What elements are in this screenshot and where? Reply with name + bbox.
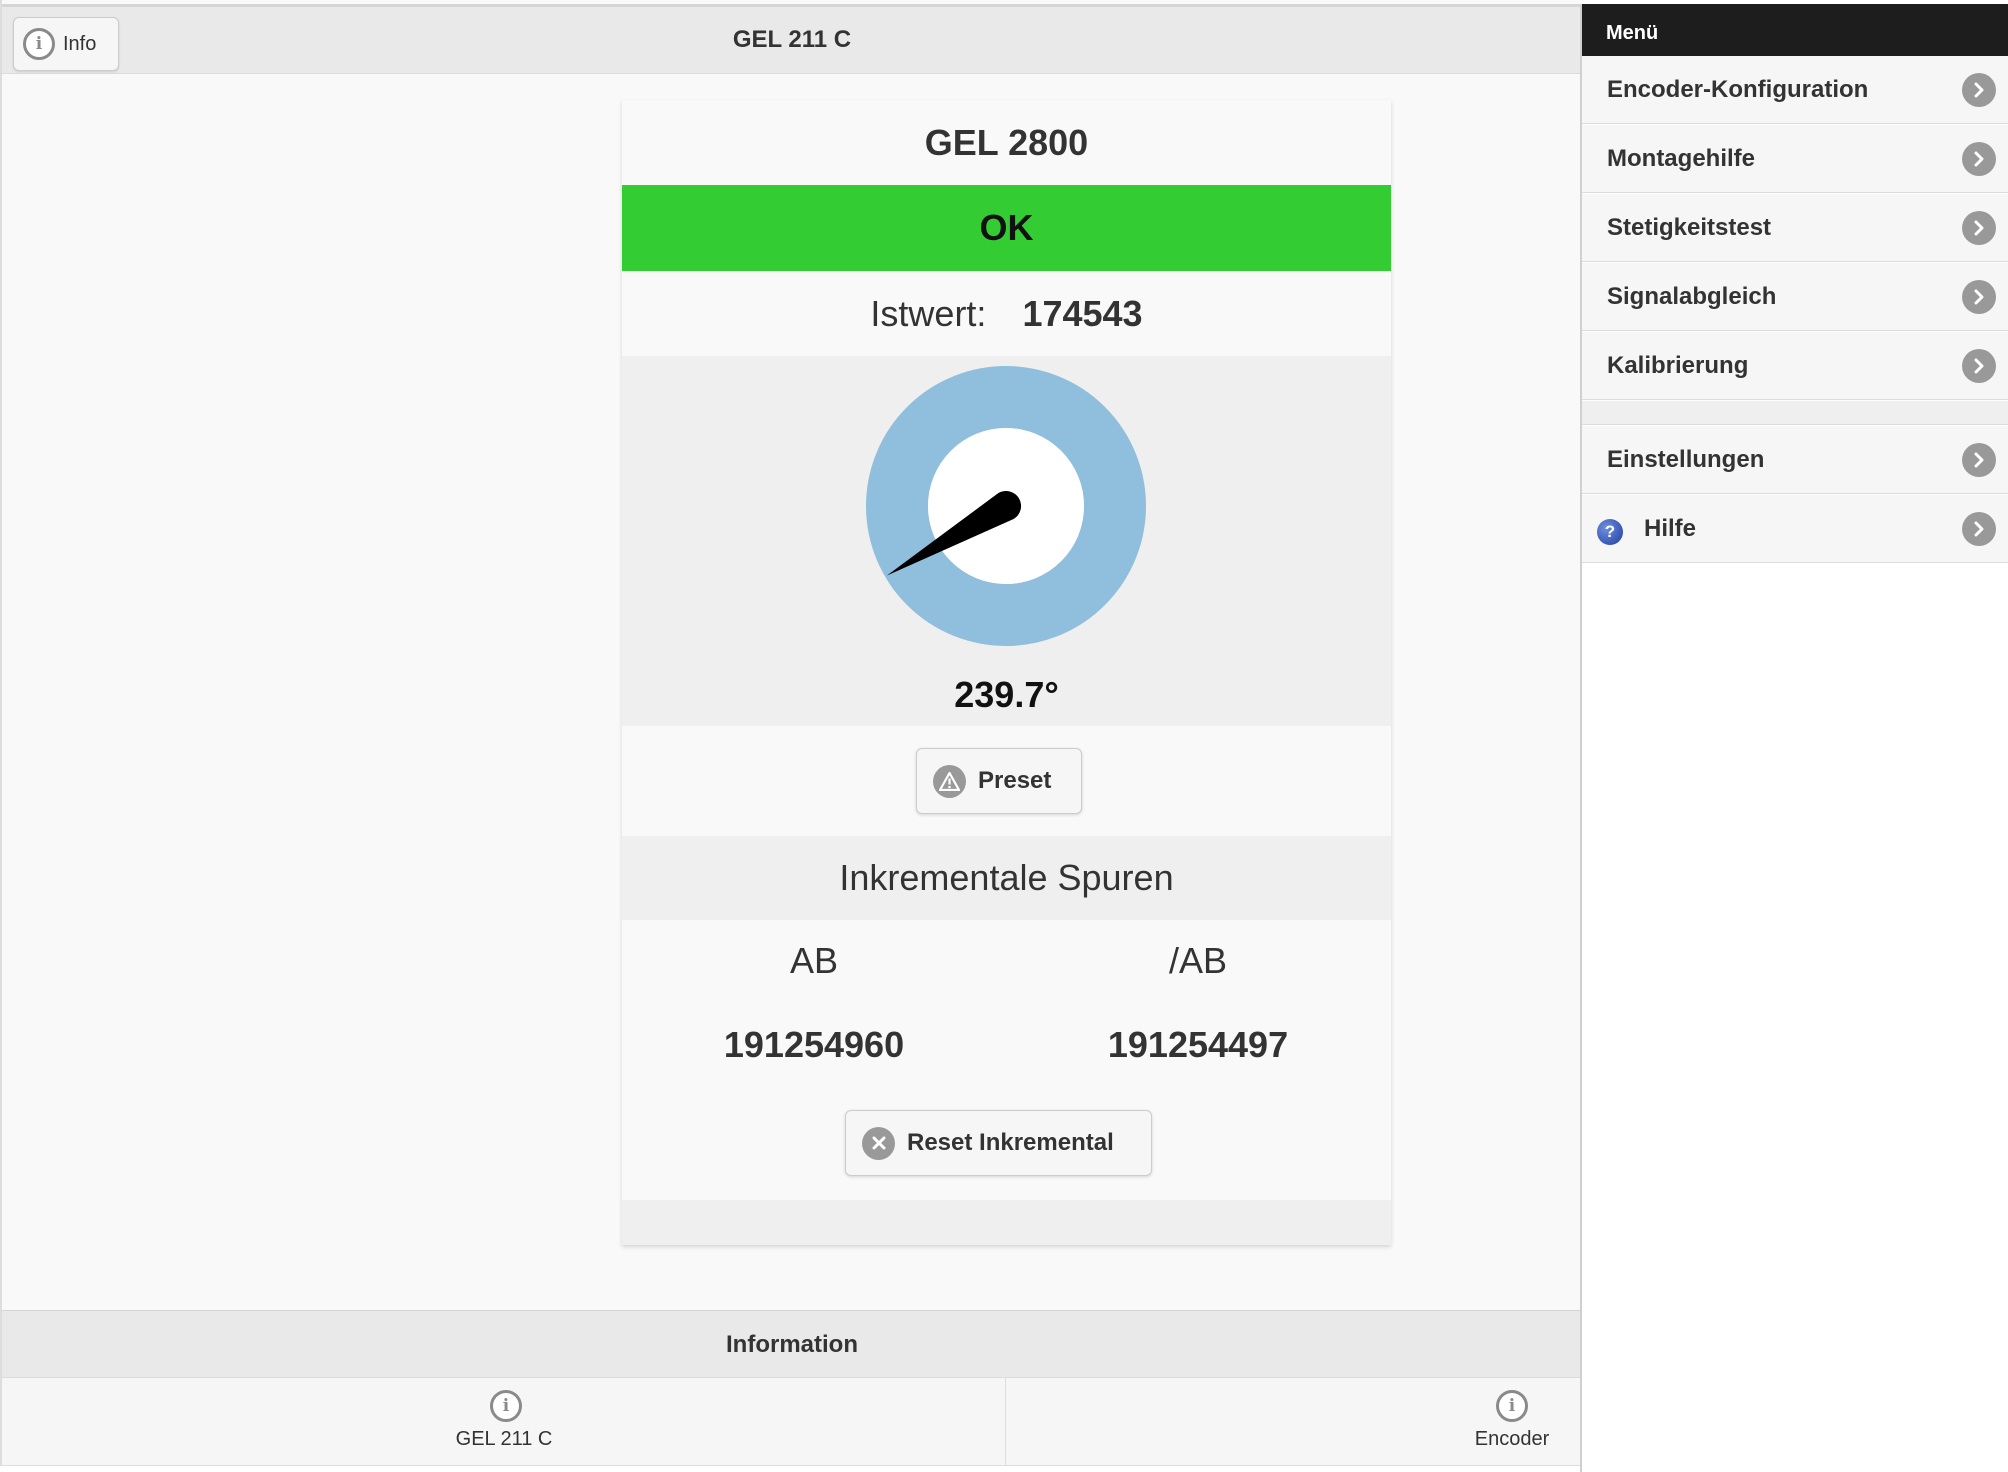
footer-tab-encoder[interactable]: i Encoder (1006, 1378, 1582, 1466)
preset-button-label: Preset (978, 767, 1052, 794)
chevron-right-icon (1962, 443, 1996, 477)
info-button[interactable]: i Info (13, 17, 119, 71)
reset-incremental-button[interactable]: Reset Inkremental (845, 1110, 1152, 1176)
menu-divider (1582, 401, 2008, 425)
menu-item-label: Montagehilfe (1607, 145, 1755, 172)
menu-item-label: Signalabgleich (1607, 283, 1777, 310)
close-icon (862, 1126, 895, 1160)
info-icon: i (1496, 1390, 1528, 1422)
encoder-card: GEL 2800 OK Istwert: 174543 239.7° Preset… (622, 100, 1391, 1245)
status-badge: OK (622, 185, 1391, 271)
menu-item-hilfe[interactable]: ? Hilfe (1582, 495, 2008, 563)
info-button-label: Info (63, 32, 97, 55)
menu-item-einstellungen[interactable]: Einstellungen (1582, 426, 2008, 494)
preset-row: Preset (622, 726, 1391, 836)
menu-item-label: Einstellungen (1607, 446, 1765, 473)
page-title: GEL 211 C (732, 26, 852, 53)
warning-icon (933, 764, 966, 798)
side-menu: Menü Encoder-Konfiguration Montagehilfe … (1580, 4, 2008, 1472)
istwert-label: Istwert: (870, 293, 987, 334)
chevron-right-icon (1962, 349, 1996, 383)
header-bar: GEL 211 C i Info (2, 4, 1582, 74)
menu-item-label: Encoder-Konfiguration (1607, 76, 1869, 103)
chevron-right-icon (1962, 211, 1996, 245)
footer-title: Information (2, 1310, 1582, 1378)
track-name: AB (789, 940, 839, 981)
device-name: GEL 2800 (622, 100, 1391, 185)
track-count: 191254960 (723, 1024, 905, 1065)
info-icon: i (490, 1390, 522, 1422)
istwert-row: Istwert: 174543 (622, 271, 1391, 356)
footer-tab-gel[interactable]: i GEL 211 C (2, 1378, 1006, 1466)
chevron-right-icon (1962, 280, 1996, 314)
menu-item-stetigkeitstest[interactable]: Stetigkeitstest (1582, 194, 2008, 262)
menu-item-montagehilfe[interactable]: Montagehilfe (1582, 125, 2008, 193)
incremental-tracks: AB 191254960 /AB 191254497 Reset Inkreme… (622, 920, 1391, 1200)
menu-item-encoder-konfiguration[interactable]: Encoder-Konfiguration (1582, 56, 2008, 124)
preset-button[interactable]: Preset (916, 748, 1082, 814)
menu-item-label: Hilfe (1644, 515, 1697, 542)
menu-item-label: Stetigkeitstest (1607, 214, 1772, 241)
track-name: /AB (1168, 940, 1228, 981)
angle-readout: 239.7° (954, 674, 1059, 715)
gauge-panel: 239.7° (622, 356, 1391, 726)
card-footer (622, 1200, 1391, 1245)
chevron-right-icon (1962, 142, 1996, 176)
help-icon: ? (1597, 519, 1623, 545)
reset-button-label: Reset Inkremental (907, 1129, 1114, 1156)
incremental-heading: Inkrementale Spuren (622, 836, 1391, 920)
menu-item-kalibrierung[interactable]: Kalibrierung (1582, 332, 2008, 400)
menu-item-label: Kalibrierung (1607, 352, 1749, 379)
chevron-right-icon (1962, 73, 1996, 107)
footer-tab-label: GEL 211 C (455, 1428, 553, 1450)
menu-header: Menü (1582, 4, 2008, 56)
istwert-value: 174543 (1022, 293, 1143, 334)
info-icon: i (23, 28, 55, 60)
chevron-right-icon (1962, 512, 1996, 546)
angle-gauge (866, 366, 1146, 646)
main-content: GEL 211 C i Info GEL 2800 OK Istwert: 174… (0, 0, 1582, 1466)
footer: Information i GEL 211 C i Encoder (2, 1310, 1582, 1466)
track-count: 191254497 (1107, 1024, 1289, 1065)
menu-item-signalabgleich[interactable]: Signalabgleich (1582, 263, 2008, 331)
